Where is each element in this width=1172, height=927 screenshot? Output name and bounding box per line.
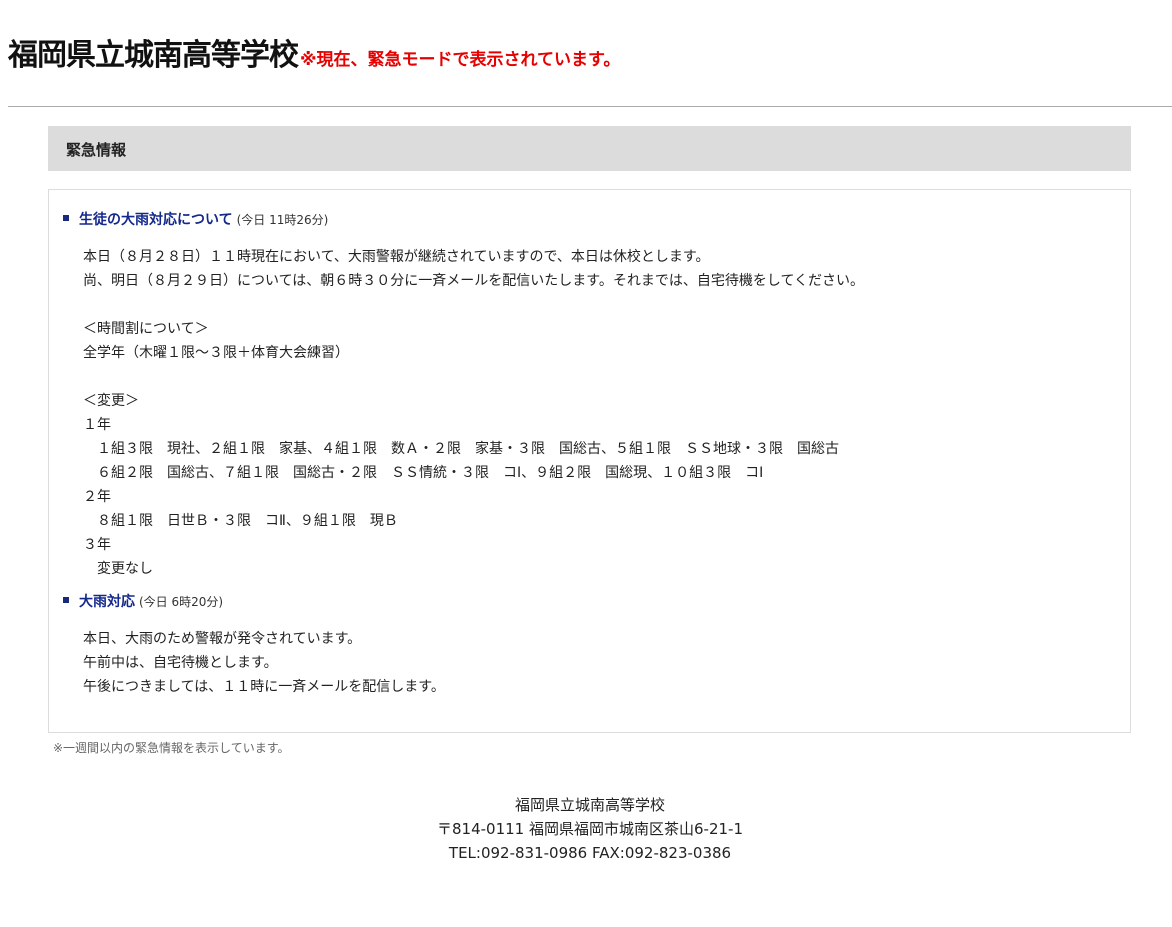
emergency-info-panel: 生徒の大雨対応について (今日 11時26分) 本日（８月２８日）１１時現在におい… bbox=[48, 189, 1131, 733]
info-item-title-link[interactable]: 大雨対応 bbox=[79, 594, 135, 610]
info-item-title-row: 大雨対応 (今日 6時20分) bbox=[63, 591, 223, 611]
info-item-body: 本日（８月２８日）１１時現在において、大雨警報が継続されていますので、本日は休校… bbox=[83, 249, 865, 577]
page-header: 福岡県立城南高等学校 ※現在、緊急モードで表示されています。 bbox=[8, 30, 620, 74]
footnote: ※一週間以内の緊急情報を表示しています。 bbox=[53, 741, 290, 755]
footer: 福岡県立城南高等学校 〒814-0111 福岡県福岡市城南区茶山6-21-1 T… bbox=[0, 793, 1172, 865]
info-item-title-link[interactable]: 生徒の大雨対応について bbox=[79, 212, 233, 228]
square-bullet-icon bbox=[63, 215, 69, 221]
info-item-time: (今日 6時20分) bbox=[139, 595, 224, 609]
section-heading: 緊急情報 bbox=[48, 126, 1131, 171]
footer-address: 〒814-0111 福岡県福岡市城南区茶山6-21-1 bbox=[437, 820, 743, 838]
info-item-body: 本日、大雨のため警報が発令されています。 午前中は、自宅待機とします。 午後につ… bbox=[83, 631, 445, 695]
footer-contact: TEL:092-831-0986 FAX:092-823-0386 bbox=[448, 844, 732, 862]
footer-school-name: 福岡県立城南高等学校 bbox=[514, 796, 665, 814]
square-bullet-icon bbox=[63, 597, 69, 603]
info-item-title-row: 生徒の大雨対応について (今日 11時26分) bbox=[63, 209, 328, 229]
header-divider bbox=[8, 106, 1172, 107]
site-title: 福岡県立城南高等学校 bbox=[8, 38, 299, 73]
info-item-time: (今日 11時26分) bbox=[236, 213, 329, 227]
emergency-mode-notice: ※現在、緊急モードで表示されています。 bbox=[300, 50, 621, 70]
